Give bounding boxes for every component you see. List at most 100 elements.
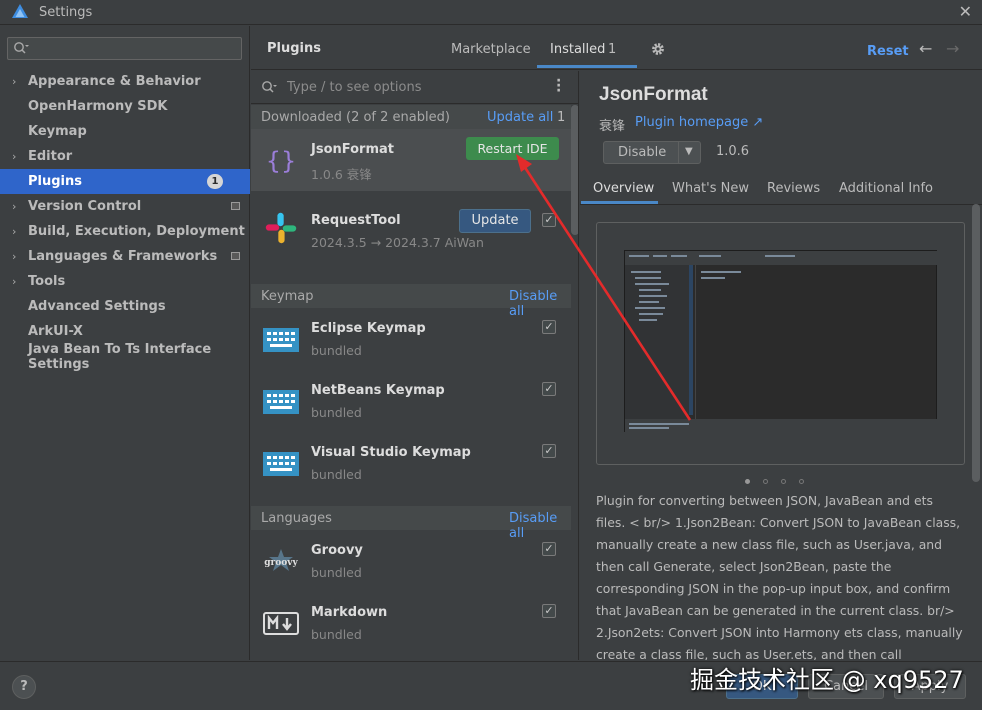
sidebar-item-label: OpenHarmony SDK bbox=[28, 99, 168, 114]
pager-dot[interactable] bbox=[781, 479, 786, 484]
plugin-name: Eclipse Keymap bbox=[311, 321, 426, 336]
plugin-row-netbeans-keymap[interactable]: NetBeans Keymap bundled ✓ bbox=[251, 370, 571, 432]
sidebar-item-keymap[interactable]: Keymap bbox=[0, 119, 250, 144]
screenshot-pager[interactable] bbox=[745, 473, 817, 488]
sidebar-item-label: Advanced Settings bbox=[28, 299, 166, 314]
chevron-right-icon[interactable]: › bbox=[12, 150, 16, 163]
project-level-icon bbox=[231, 252, 240, 260]
keyboard-icon bbox=[263, 452, 299, 476]
help-button[interactable]: ? bbox=[12, 675, 36, 699]
chevron-right-icon[interactable]: › bbox=[12, 75, 16, 88]
plugins-header: Plugins Marketplace Installed 1 Reset ← … bbox=[251, 26, 982, 70]
update-button[interactable]: Update bbox=[459, 209, 531, 233]
forward-arrow-icon[interactable]: → bbox=[946, 39, 959, 58]
plugin-enabled-checkbox[interactable]: ✓ bbox=[542, 444, 556, 458]
markdown-icon bbox=[263, 612, 299, 635]
plugin-meta: bundled bbox=[311, 467, 362, 482]
plugin-row-markdown[interactable]: Markdown bundled ✓ bbox=[251, 592, 571, 654]
window-title: Settings bbox=[39, 4, 93, 20]
title-bar: Settings ✕ bbox=[0, 0, 982, 25]
plugin-vendor: 衰锋 bbox=[599, 119, 626, 134]
tab-installed-label: Installed bbox=[550, 42, 606, 57]
update-count: 1 bbox=[557, 110, 566, 125]
pager-dot[interactable] bbox=[763, 479, 768, 484]
plugin-homepage-link[interactable]: Plugin homepage ↗ bbox=[635, 115, 763, 130]
back-arrow-icon[interactable]: ← bbox=[919, 39, 932, 58]
reset-link[interactable]: Reset bbox=[867, 44, 909, 59]
search-icon bbox=[262, 81, 277, 93]
svg-text:{}: {} bbox=[266, 147, 297, 175]
sidebar-item-label: Plugins bbox=[28, 174, 82, 189]
search-icon bbox=[14, 42, 29, 54]
active-tab-indicator bbox=[581, 201, 658, 204]
chevron-right-icon[interactable]: › bbox=[12, 225, 16, 238]
plugin-row-eclipse-keymap[interactable]: Eclipse Keymap bundled ✓ bbox=[251, 308, 571, 370]
detail-scrollbar[interactable] bbox=[972, 204, 980, 482]
plugin-row-groovy[interactable]: groovy Groovy bundled ✓ bbox=[251, 530, 571, 592]
sidebar-item-tools[interactable]: › Tools bbox=[0, 269, 250, 294]
sidebar-item-advanced[interactable]: Advanced Settings bbox=[0, 294, 250, 319]
detail-tabs: Overview What's New Reviews Additional I… bbox=[580, 173, 982, 205]
sidebar-item-version-control[interactable]: › Version Control bbox=[0, 194, 250, 219]
disable-split-button[interactable]: Disable ▼ bbox=[603, 141, 701, 164]
tab-installed[interactable]: Installed 1 bbox=[537, 26, 637, 68]
project-level-icon bbox=[231, 202, 240, 210]
tab-reviews[interactable]: Reviews bbox=[767, 181, 820, 196]
sidebar-item-label: Java Bean To Ts Interface Settings bbox=[28, 341, 212, 372]
sidebar-item-build[interactable]: › Build, Execution, Deployment bbox=[0, 219, 250, 244]
chevron-right-icon[interactable]: › bbox=[12, 200, 16, 213]
pager-dot[interactable] bbox=[745, 479, 750, 484]
sidebar-item-openharmony-sdk[interactable]: OpenHarmony SDK bbox=[0, 94, 250, 119]
sidebar-item-appearance[interactable]: › Appearance & Behavior bbox=[0, 69, 250, 94]
chevron-right-icon[interactable]: › bbox=[12, 275, 16, 288]
plugin-name: Markdown bbox=[311, 605, 388, 620]
plugin-row-visual-studio-keymap[interactable]: Visual Studio Keymap bundled ✓ bbox=[251, 432, 571, 494]
plugin-enabled-checkbox[interactable]: ✓ bbox=[542, 213, 556, 227]
installed-count: 1 bbox=[608, 42, 617, 57]
tab-marketplace[interactable]: Marketplace bbox=[451, 42, 531, 57]
disable-button-label[interactable]: Disable bbox=[618, 145, 666, 160]
plugin-name: JsonFormat bbox=[311, 142, 394, 157]
plugin-meta: bundled bbox=[311, 405, 362, 420]
plugin-meta: bundled bbox=[311, 343, 362, 358]
sidebar-item-java-bean-to-ts[interactable]: Java Bean To Ts Interface Settings bbox=[0, 341, 250, 372]
jsonformat-icon: {} bbox=[266, 147, 297, 175]
settings-search-input[interactable] bbox=[7, 37, 242, 60]
groovy-icon: groovy bbox=[264, 549, 299, 571]
tab-overview[interactable]: Overview bbox=[593, 181, 654, 196]
plugin-search-input[interactable]: Type / to see options · · · bbox=[251, 71, 578, 104]
plugin-list: Type / to see options · · · Downloaded (2 … bbox=[251, 71, 579, 660]
plugin-row-jsonformat[interactable]: {} JsonFormat 1.0.6 衰锋 Restart IDE bbox=[251, 129, 571, 191]
tab-additional-info[interactable]: Additional Info bbox=[839, 181, 933, 196]
plugin-enabled-checkbox[interactable]: ✓ bbox=[542, 542, 556, 556]
plugin-enabled-checkbox[interactable]: ✓ bbox=[542, 604, 556, 618]
sidebar-item-editor[interactable]: › Editor bbox=[0, 144, 250, 169]
plugin-meta: bundled bbox=[311, 627, 362, 642]
gear-icon[interactable] bbox=[651, 42, 665, 56]
plugin-row-requesttool[interactable]: RequestTool 2024.3.5 → 2024.3.7 AiWan Up… bbox=[251, 201, 571, 263]
sidebar-item-plugins[interactable]: Plugins 1 bbox=[0, 169, 250, 194]
sidebar-item-label: Tools bbox=[28, 274, 66, 289]
plugin-enabled-checkbox[interactable]: ✓ bbox=[542, 382, 556, 396]
screenshot-image bbox=[624, 250, 938, 433]
sidebar-item-arkui-x[interactable]: ArkUI-X bbox=[0, 319, 250, 344]
plugin-name: Visual Studio Keymap bbox=[311, 445, 471, 460]
restart-ide-button[interactable]: Restart IDE bbox=[466, 137, 559, 160]
chevron-down-icon[interactable]: ▼ bbox=[685, 146, 693, 157]
tab-whats-new[interactable]: What's New bbox=[672, 181, 749, 196]
pager-dot[interactable] bbox=[799, 479, 804, 484]
update-all-link[interactable]: Update all bbox=[487, 110, 553, 125]
chevron-right-icon[interactable]: › bbox=[12, 250, 16, 263]
sidebar-item-label: Appearance & Behavior bbox=[28, 74, 201, 89]
ide-thumbnail-image bbox=[625, 251, 938, 433]
plugin-name: Groovy bbox=[311, 543, 363, 558]
window-close-icon[interactable]: ✕ bbox=[959, 3, 972, 21]
more-options-icon[interactable]: · · · bbox=[556, 74, 561, 98]
app-logo-icon bbox=[12, 4, 28, 18]
sidebar-item-label: Editor bbox=[28, 149, 73, 164]
plugin-enabled-checkbox[interactable]: ✓ bbox=[542, 320, 556, 334]
plugin-list-scrollbar[interactable] bbox=[571, 105, 578, 235]
search-placeholder: Type / to see options bbox=[287, 80, 422, 95]
plugin-screenshot[interactable] bbox=[596, 222, 965, 465]
sidebar-item-languages[interactable]: › Languages & Frameworks bbox=[0, 244, 250, 269]
